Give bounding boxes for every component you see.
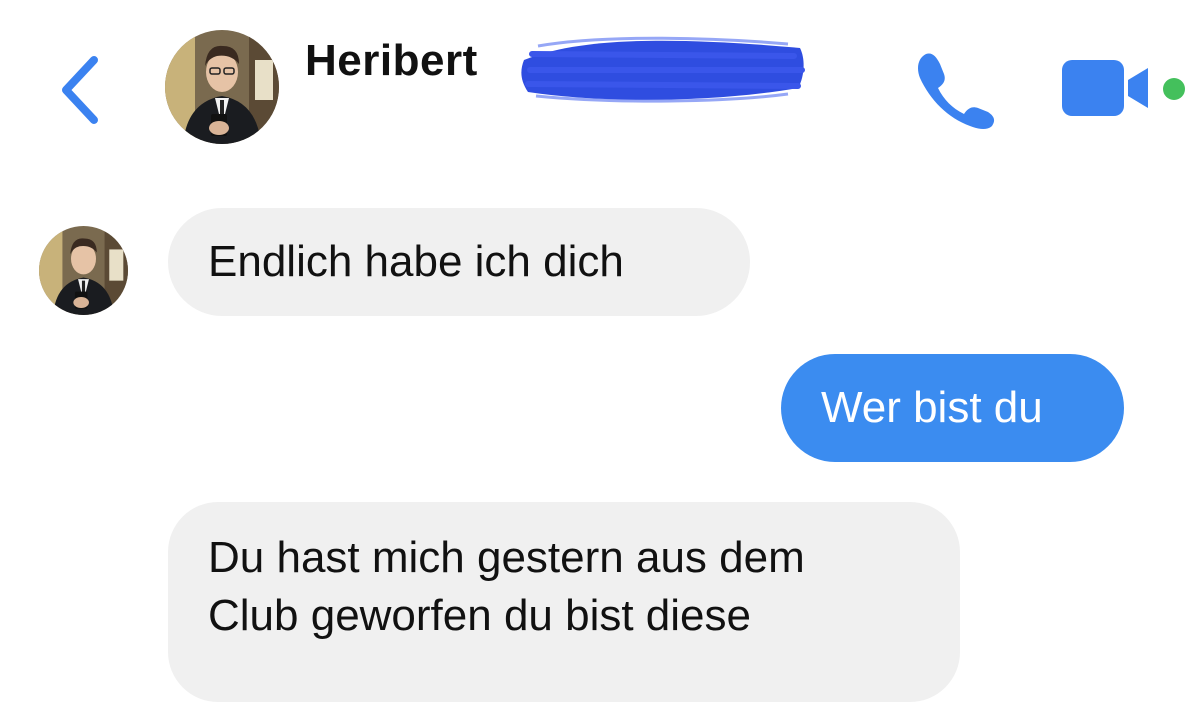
call-button[interactable] (910, 48, 996, 130)
chat-header: Heribert (0, 0, 1200, 165)
message-line: Club geworfen du bist diese (208, 591, 751, 640)
contact-name[interactable]: Heribert (305, 36, 478, 86)
back-button[interactable] (50, 50, 110, 130)
incoming-message[interactable]: Du hast mich gestern aus dem Club geworf… (168, 502, 960, 702)
contact-avatar[interactable] (165, 30, 279, 144)
redaction-scribble (518, 30, 808, 108)
chevron-left-icon (62, 56, 98, 124)
video-call-button[interactable] (1060, 58, 1154, 118)
message-sender-avatar[interactable] (39, 226, 128, 315)
message-line: Du hast mich gestern aus dem (208, 533, 805, 582)
incoming-message[interactable]: Endlich habe ich dich (168, 208, 750, 316)
outgoing-message[interactable]: Wer bist du (781, 354, 1124, 462)
video-camera-icon (1062, 60, 1148, 116)
phone-icon (918, 53, 995, 129)
online-status-dot (1163, 78, 1185, 100)
